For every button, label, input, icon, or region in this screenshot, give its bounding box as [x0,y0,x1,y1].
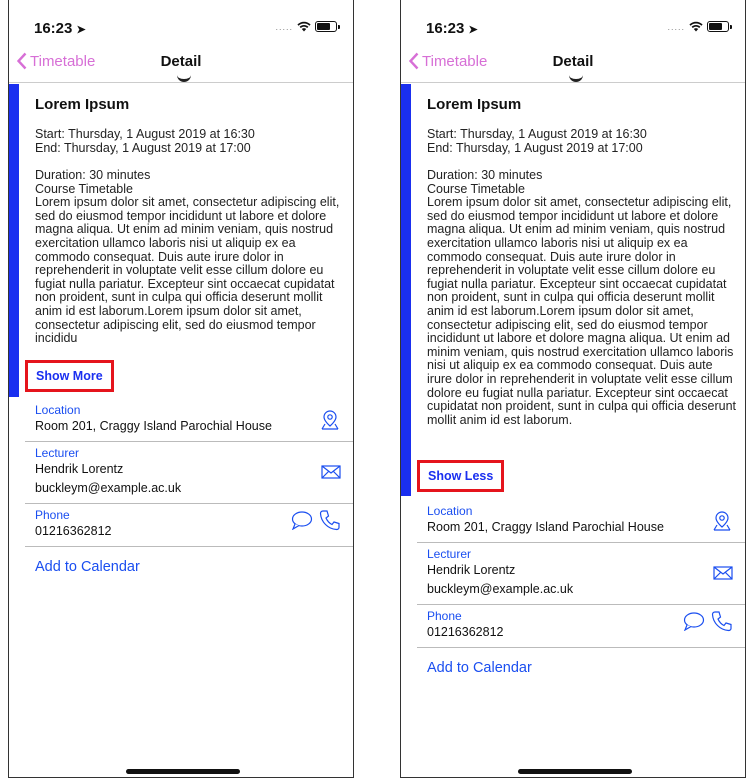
event-color-bar [9,84,19,397]
lecturer-row[interactable]: Lecturer Hendrik Lorentz buckleym@exampl… [417,543,745,605]
event-course: Course Timetable [35,181,133,196]
location-pin-icon[interactable] [319,409,341,431]
add-to-calendar-button[interactable]: Add to Calendar [35,559,353,575]
mail-icon[interactable] [321,464,341,480]
battery-icon [707,21,732,32]
chat-bubble-icon[interactable] [683,611,705,631]
phone-collapsed: 16:23 ➤ ..... Timetable Detail Lorem Ips… [8,0,354,778]
home-indicator [518,769,632,774]
nav-bar: Timetable Detail [9,50,353,83]
home-indicator [126,769,240,774]
signal-icon: ..... [275,21,293,32]
location-label: Location [35,403,81,417]
nav-decoration [177,73,191,82]
event-details: Lorem Ipsum Start: Thursday, 1 August 20… [35,84,345,346]
location-arrow-icon: ➤ [468,24,478,36]
phone-row[interactable]: Phone 01216362812 [417,605,745,648]
wifi-icon [297,21,311,32]
status-bar: 16:23 ➤ ..... [401,16,745,40]
add-to-calendar-button[interactable]: Add to Calendar [427,660,745,676]
event-start: Start: Thursday, 1 August 2019 at 16:30 [427,127,647,141]
lecturer-email: buckleym@example.ac.uk [427,582,574,596]
location-arrow-icon: ➤ [76,24,86,36]
event-description: Lorem ipsum dolor sit amet, consectetur … [35,195,340,346]
event-title: Lorem Ipsum [427,96,522,113]
lecturer-label: Lecturer [427,547,472,561]
phone-expanded: 16:23 ➤ ..... Timetable Detail Lorem Ips… [400,0,746,778]
event-title: Lorem Ipsum [35,96,130,113]
event-end: End: Thursday, 1 August 2019 at 17:00 [427,141,643,155]
location-row[interactable]: Location Room 201, Craggy Island Parochi… [417,500,745,543]
status-bar: 16:23 ➤ ..... [9,16,353,40]
event-start: Start: Thursday, 1 August 2019 at 16:30 [35,127,255,141]
event-end: End: Thursday, 1 August 2019 at 17:00 [35,141,251,155]
event-duration: Duration: 30 minutes [35,168,151,182]
location-value: Room 201, Craggy Island Parochial House [35,419,272,433]
lecturer-name: Hendrik Lorentz [35,462,124,476]
location-pin-icon[interactable] [711,510,733,532]
location-row[interactable]: Location Room 201, Craggy Island Parochi… [25,399,353,442]
chat-bubble-icon[interactable] [291,510,313,530]
lecturer-email: buckleym@example.ac.uk [35,481,182,495]
event-description: Lorem ipsum dolor sit amet, consectetur … [427,195,737,427]
lecturer-name: Hendrik Lorentz [427,563,516,577]
nav-title: Detail [552,53,594,70]
event-color-bar [401,84,411,496]
lecturer-label: Lecturer [35,446,80,460]
wifi-icon [689,21,703,32]
mail-icon[interactable] [713,565,733,581]
event-details: Lorem Ipsum Start: Thursday, 1 August 20… [427,84,737,427]
location-label: Location [427,504,473,518]
show-more-button[interactable]: Show More [25,360,114,392]
location-value: Room 201, Craggy Island Parochial House [427,520,664,534]
signal-icon: ..... [667,21,685,32]
nav-bar: Timetable Detail [401,50,745,83]
status-time: 16:23 ➤ [426,20,478,37]
event-course: Course Timetable [427,181,525,196]
event-duration: Duration: 30 minutes [427,168,543,182]
battery-icon [315,21,340,32]
phone-icon[interactable] [711,610,733,632]
lecturer-row[interactable]: Lecturer Hendrik Lorentz buckleym@exampl… [25,442,353,504]
nav-title: Detail [160,53,202,70]
phone-row[interactable]: Phone 01216362812 [25,504,353,547]
show-less-button[interactable]: Show Less [417,460,505,492]
status-time: 16:23 ➤ [34,20,86,37]
nav-decoration [569,73,583,82]
phone-icon[interactable] [319,509,341,531]
